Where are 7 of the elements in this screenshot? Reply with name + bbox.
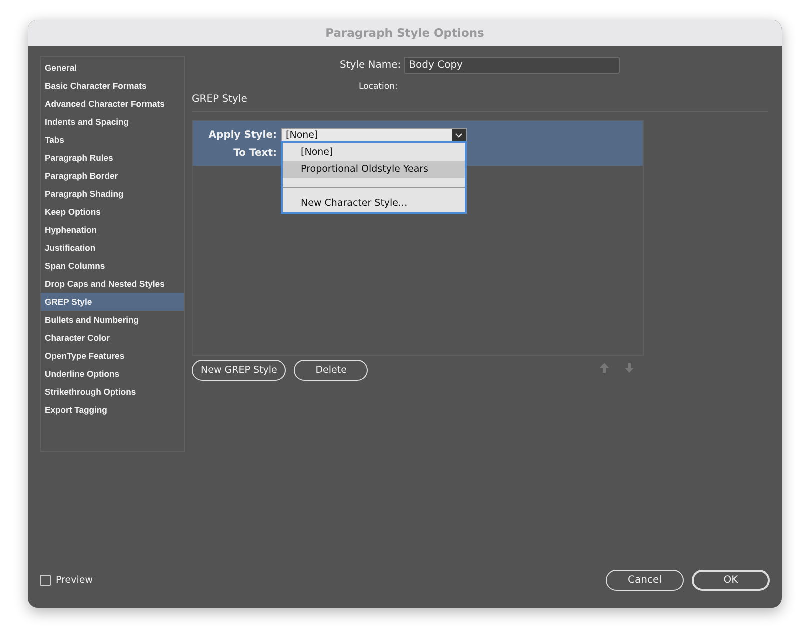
field-label: Location:	[359, 82, 398, 92]
window-title: Paragraph Style Options	[28, 20, 782, 46]
section-title: GREP Style	[192, 93, 248, 107]
field-label: Style Name:	[340, 60, 402, 70]
checkbox-label: Preview	[56, 574, 93, 586]
field-label: To Text:	[232, 148, 277, 158]
field-label: Apply Style:	[208, 130, 277, 140]
